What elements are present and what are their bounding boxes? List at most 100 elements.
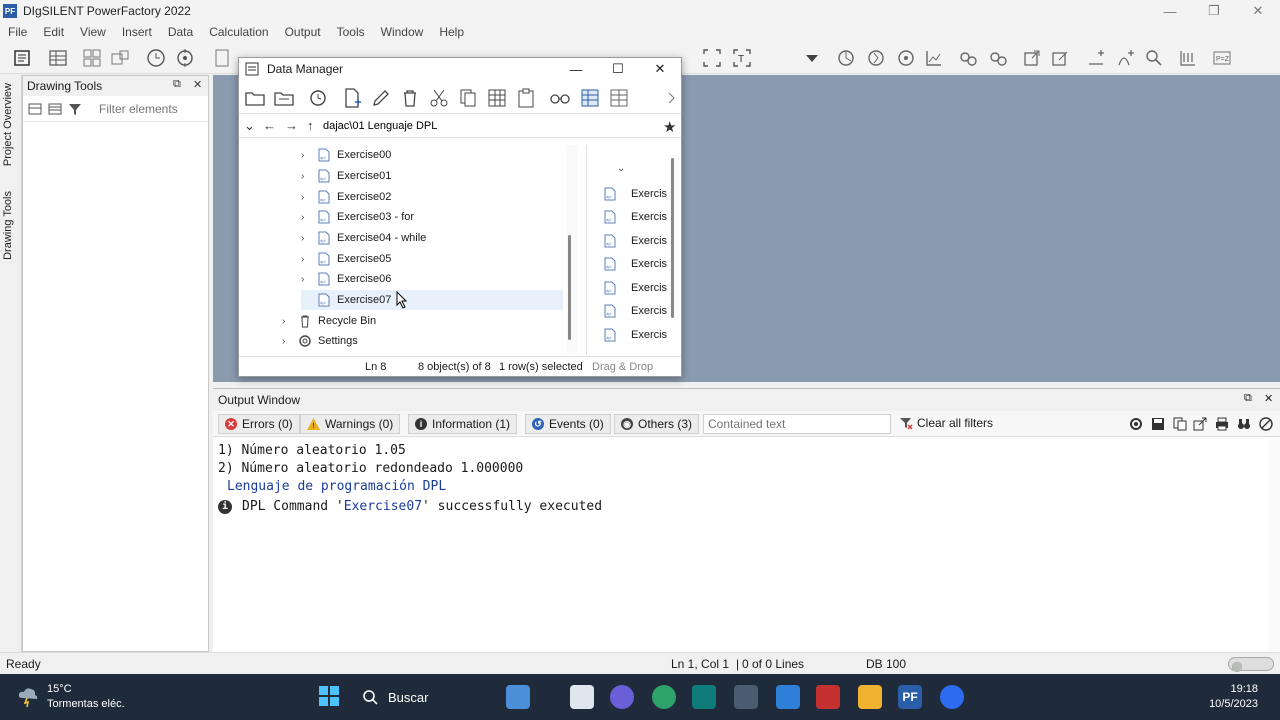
export-output-icon[interactable] bbox=[1193, 417, 1207, 431]
expand-chevron-icon[interactable]: › bbox=[301, 274, 313, 285]
menu-help[interactable]: Help bbox=[431, 25, 472, 39]
pin-icon[interactable]: ⧉ bbox=[1244, 392, 1252, 405]
menu-tools[interactable]: Tools bbox=[329, 25, 373, 39]
restore-button[interactable]: ❐ bbox=[1192, 0, 1236, 22]
export-icon[interactable] bbox=[1022, 48, 1042, 68]
dm-minimize-button[interactable]: — bbox=[555, 58, 597, 80]
list-item[interactable]: dpl Exercis bbox=[603, 254, 667, 274]
scrollbar-thumb[interactable] bbox=[671, 158, 674, 318]
cut-icon[interactable] bbox=[428, 87, 450, 109]
paste-icon[interactable] bbox=[515, 87, 537, 109]
gear-group-2-icon[interactable] bbox=[988, 48, 1008, 68]
tree-item-exercise02[interactable]: › dpl Exercise02 bbox=[301, 187, 391, 207]
zoom-fit-icon[interactable] bbox=[702, 48, 722, 68]
expand-chevron-icon[interactable]: › bbox=[301, 171, 313, 182]
menu-output[interactable]: Output bbox=[277, 25, 329, 39]
formula-icon[interactable]: P=Z bbox=[1212, 48, 1232, 68]
outlook-icon[interactable] bbox=[692, 685, 716, 709]
clock-icon[interactable] bbox=[146, 48, 166, 68]
menu-data[interactable]: Data bbox=[160, 25, 201, 39]
graphic-icon[interactable] bbox=[110, 48, 130, 68]
list-scrollbar[interactable] bbox=[669, 158, 679, 318]
open-folder-icon[interactable] bbox=[273, 87, 295, 109]
add-curve-icon[interactable] bbox=[1116, 48, 1136, 68]
errors-filter-button[interactable]: ✕ Errors (0) bbox=[218, 414, 300, 434]
grid-icon[interactable] bbox=[82, 48, 102, 68]
expand-chevron-icon[interactable]: › bbox=[282, 316, 294, 327]
menu-insert[interactable]: Insert bbox=[114, 25, 160, 39]
edit-export-icon[interactable] bbox=[1050, 48, 1070, 68]
expand-chevron-icon[interactable]: › bbox=[282, 336, 294, 347]
list-item[interactable]: dpl Exercis bbox=[603, 325, 667, 345]
expand-chevron-icon[interactable]: › bbox=[301, 150, 313, 161]
new-folder-icon[interactable] bbox=[244, 87, 266, 109]
expand-chevron-icon[interactable]: › bbox=[301, 254, 313, 265]
list-item[interactable]: dpl Exercis bbox=[603, 184, 667, 204]
expand-chevron-icon[interactable]: › bbox=[301, 212, 313, 223]
events-filter-button[interactable]: ↺ Events (0) bbox=[525, 414, 611, 434]
file-explorer-icon[interactable] bbox=[858, 685, 882, 709]
short-circuit-icon[interactable] bbox=[866, 48, 886, 68]
contained-text-input[interactable] bbox=[703, 414, 891, 434]
taskbar-search[interactable]: Buscar bbox=[356, 683, 486, 711]
text-tool-icon[interactable]: T bbox=[732, 48, 752, 68]
menu-edit[interactable]: Edit bbox=[35, 25, 72, 39]
list-item[interactable]: dpl Exercis bbox=[603, 207, 667, 227]
panel-close-icon[interactable]: ✕ bbox=[193, 78, 202, 91]
edit-pencil-icon[interactable] bbox=[370, 87, 392, 109]
tree-item-exercise06[interactable]: › dpl Exercise06 bbox=[301, 269, 391, 289]
close-button[interactable]: ✕ bbox=[1236, 0, 1280, 22]
pin-icon[interactable]: ⧉ bbox=[173, 78, 181, 91]
status-drag-drop[interactable]: Drag & Drop bbox=[592, 361, 653, 373]
filter-elements-input[interactable] bbox=[99, 101, 199, 116]
weather-widget[interactable]: 15°C Tormentas eléc. bbox=[47, 682, 125, 712]
taskbar-app-icon[interactable] bbox=[506, 685, 530, 709]
calculator-icon[interactable] bbox=[734, 685, 758, 709]
dropdown-arrow-icon[interactable] bbox=[802, 48, 822, 68]
plot-icon[interactable] bbox=[924, 48, 944, 68]
warnings-filter-button[interactable]: ! Warnings (0) bbox=[300, 414, 401, 434]
calc-icon[interactable] bbox=[836, 48, 856, 68]
characteristic-icon[interactable] bbox=[1178, 48, 1198, 68]
favorite-star-icon[interactable]: ★ bbox=[663, 118, 676, 136]
tree-item-recycle-bin[interactable]: › Recycle Bin bbox=[282, 311, 376, 331]
menu-calculation[interactable]: Calculation bbox=[201, 25, 276, 39]
refresh-icon[interactable] bbox=[307, 87, 329, 109]
grid-view-icon[interactable] bbox=[608, 87, 630, 109]
script-icon[interactable] bbox=[212, 48, 232, 68]
task-view-icon[interactable] bbox=[570, 685, 594, 709]
forward-arrow-icon[interactable]: → bbox=[285, 118, 298, 133]
binoculars-icon[interactable] bbox=[1237, 417, 1251, 431]
minimize-button[interactable]: — bbox=[1148, 0, 1192, 22]
menu-window[interactable]: Window bbox=[373, 25, 432, 39]
table-icon[interactable] bbox=[486, 87, 508, 109]
menu-view[interactable]: View bbox=[72, 25, 114, 39]
dm-close-button[interactable]: ✕ bbox=[639, 58, 681, 80]
up-arrow-icon[interactable]: ↑ bbox=[307, 118, 314, 133]
network-model-icon[interactable] bbox=[48, 48, 68, 68]
gear-icon[interactable] bbox=[1129, 417, 1143, 431]
detail-table-icon[interactable] bbox=[579, 87, 601, 109]
taskbar-clock[interactable]: 19:18 10/5/2023 bbox=[1209, 682, 1258, 712]
copy-output-icon[interactable] bbox=[1173, 417, 1187, 431]
output-command-link[interactable]: Exercise07 bbox=[344, 499, 422, 514]
tree-item-exercise01[interactable]: › dpl Exercise01 bbox=[301, 166, 391, 186]
tree-item-exercise03[interactable]: › dpl Exercise03 - for bbox=[301, 207, 414, 227]
add-line-icon[interactable] bbox=[1086, 48, 1106, 68]
zoom-icon[interactable] bbox=[1144, 48, 1164, 68]
tree-scrollbar[interactable] bbox=[566, 145, 578, 355]
path-input[interactable] bbox=[323, 117, 653, 135]
clear-output-icon[interactable] bbox=[1259, 417, 1273, 431]
gear-group-icon[interactable] bbox=[958, 48, 978, 68]
tab-drawing-tools[interactable]: Drawing Tools bbox=[2, 191, 14, 260]
powerfactory-taskbar-icon[interactable]: PF bbox=[898, 685, 922, 709]
weather-storm-icon[interactable] bbox=[16, 684, 40, 708]
list-item[interactable]: dpl Exercis bbox=[603, 301, 667, 321]
more-chevron-icon[interactable] bbox=[667, 87, 677, 109]
copy-icon[interactable] bbox=[457, 87, 479, 109]
delete-icon[interactable] bbox=[399, 87, 421, 109]
windows-start-icon[interactable] bbox=[318, 685, 340, 707]
others-filter-button[interactable]: ◉ Others (3) bbox=[614, 414, 700, 434]
chevron-down-icon[interactable]: ⌄ bbox=[244, 118, 255, 134]
notepad-icon[interactable] bbox=[776, 685, 800, 709]
